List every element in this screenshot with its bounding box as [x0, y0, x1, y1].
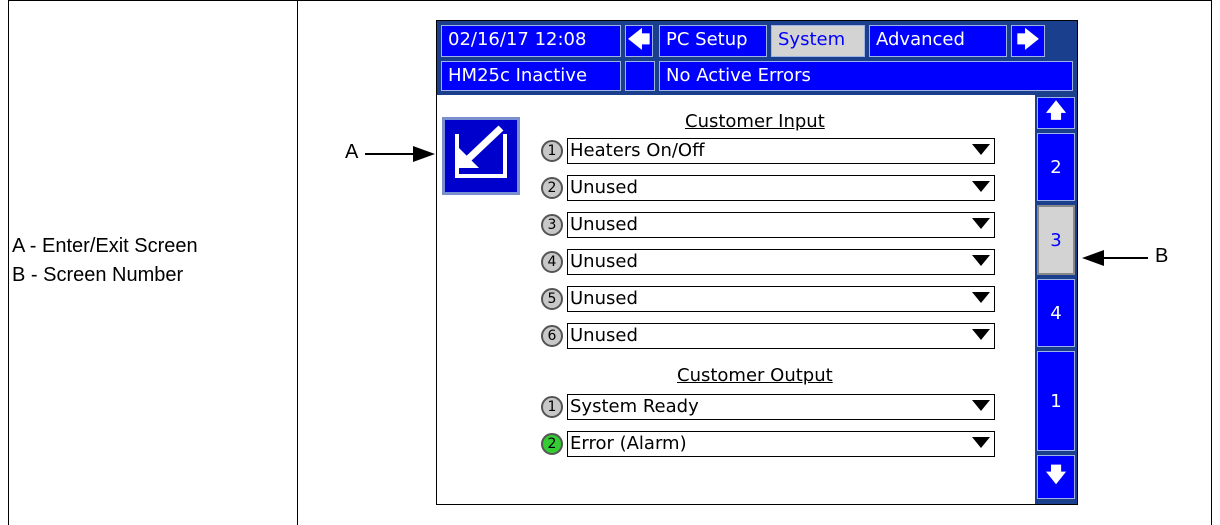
- screen-button-4[interactable]: 4: [1037, 279, 1075, 347]
- input-row-6: 6 Unused: [541, 322, 995, 350]
- dropdown-arrow-icon: [972, 181, 990, 192]
- screen-body: Customer Input 1 Heaters On/Off 2 Unused…: [437, 95, 1077, 504]
- input-num-1: 1: [541, 140, 563, 162]
- output-dropdown-1[interactable]: System Ready: [567, 394, 995, 420]
- callout-a-line: [365, 153, 415, 155]
- input-dropdown-1[interactable]: Heaters On/Off: [567, 138, 995, 164]
- screen-button-1[interactable]: 1: [1037, 351, 1075, 451]
- input-value-3: Unused: [570, 214, 638, 235]
- input-dropdown-4[interactable]: Unused: [567, 249, 995, 275]
- dropdown-arrow-icon: [972, 329, 990, 340]
- input-dropdown-5[interactable]: Unused: [567, 286, 995, 312]
- input-row-4: 4 Unused: [541, 248, 995, 276]
- scroll-down-arrow-icon[interactable]: 🡇: [1037, 455, 1075, 499]
- table-divider: [297, 0, 298, 525]
- output-num-1: 1: [541, 396, 563, 418]
- input-row-5: 5 Unused: [541, 285, 995, 313]
- screen-button-3-current[interactable]: 3: [1037, 205, 1075, 275]
- input-value-4: Unused: [570, 251, 638, 272]
- next-tab-arrow-icon[interactable]: 🡆: [1011, 25, 1045, 57]
- header-bar: 02/16/17 12:08 🡄 PC Setup System Advance…: [437, 21, 1077, 95]
- customer-output-title: Customer Output: [677, 365, 833, 386]
- hmi-screen: 02/16/17 12:08 🡄 PC Setup System Advance…: [436, 20, 1078, 505]
- dropdown-arrow-icon: [972, 400, 990, 411]
- callout-b-line: [1102, 257, 1148, 259]
- dropdown-arrow-icon: [972, 292, 990, 303]
- content-area: Customer Input 1 Heaters On/Off 2 Unused…: [437, 95, 1033, 504]
- input-dropdown-3[interactable]: Unused: [567, 212, 995, 238]
- callout-a-label: A: [345, 141, 359, 163]
- tab-advanced[interactable]: Advanced: [869, 25, 1007, 57]
- legend-a: A - Enter/Exit Screen: [12, 235, 198, 257]
- status-indicator-blank: [625, 61, 655, 91]
- dropdown-arrow-icon: [972, 255, 990, 266]
- input-value-5: Unused: [570, 288, 638, 309]
- input-num-5: 5: [541, 288, 563, 310]
- legend-b: B - Screen Number: [12, 264, 184, 286]
- callout-b-arrow-icon: [1082, 250, 1104, 266]
- scroll-up-arrow-icon[interactable]: 🡅: [1037, 97, 1075, 129]
- legend: A - Enter/Exit Screen B - Screen Number: [12, 232, 198, 290]
- input-value-6: Unused: [570, 325, 638, 346]
- tab-pc-setup[interactable]: PC Setup: [659, 25, 767, 57]
- input-num-4: 4: [541, 251, 563, 273]
- enter-exit-icon: [455, 125, 507, 178]
- edit-arrow-icon: [459, 125, 504, 168]
- datetime-display: 02/16/17 12:08: [441, 25, 621, 57]
- output-num-2-active: 2: [541, 433, 563, 455]
- tab-system[interactable]: System: [771, 25, 865, 57]
- dropdown-arrow-icon: [972, 437, 990, 448]
- input-row-3: 3 Unused: [541, 211, 995, 239]
- dropdown-arrow-icon: [972, 144, 990, 155]
- callout-a-arrow-icon: [413, 146, 435, 162]
- input-num-6: 6: [541, 325, 563, 347]
- input-row-2: 2 Unused: [541, 174, 995, 202]
- prev-tab-arrow-icon[interactable]: 🡄: [625, 25, 653, 57]
- input-row-1: 1 Heaters On/Off: [541, 137, 995, 165]
- input-value-2: Unused: [570, 177, 638, 198]
- screen-button-2[interactable]: 2: [1037, 133, 1075, 201]
- callout-b-label: B: [1155, 245, 1169, 267]
- input-num-3: 3: [541, 214, 563, 236]
- output-row-1: 1 System Ready: [541, 393, 995, 421]
- output-value-1: System Ready: [570, 396, 699, 417]
- input-dropdown-6[interactable]: Unused: [567, 323, 995, 349]
- enter-exit-button[interactable]: [442, 117, 520, 195]
- dropdown-arrow-icon: [972, 218, 990, 229]
- input-dropdown-2[interactable]: Unused: [567, 175, 995, 201]
- screen-nav-sidebar: 🡅 2 3 4 1 🡇: [1035, 95, 1077, 504]
- output-dropdown-2[interactable]: Error (Alarm): [567, 431, 995, 457]
- error-status: No Active Errors: [659, 61, 1073, 91]
- output-value-2: Error (Alarm): [570, 433, 687, 454]
- machine-status: HM25c Inactive: [441, 61, 621, 91]
- output-row-2: 2 Error (Alarm): [541, 430, 995, 458]
- input-value-1: Heaters On/Off: [570, 140, 705, 161]
- customer-input-title: Customer Input: [685, 111, 825, 132]
- input-num-2: 2: [541, 177, 563, 199]
